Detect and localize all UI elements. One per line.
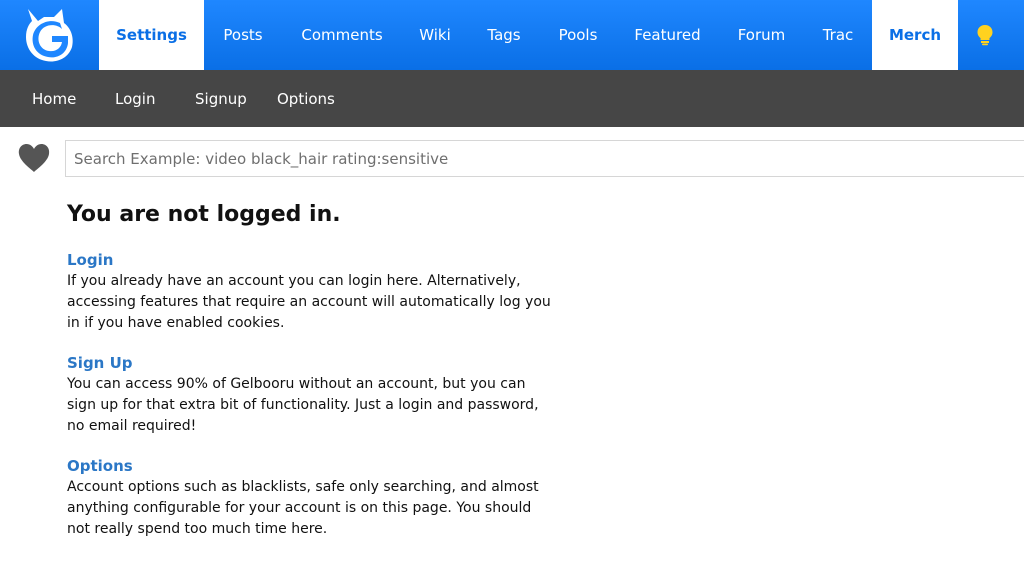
- secondary-navigation-bar: Home Login Signup Options: [0, 70, 1024, 127]
- nav-settings[interactable]: Settings: [99, 0, 204, 70]
- options-link[interactable]: Options: [67, 457, 567, 475]
- options-section: Options Account options such as blacklis…: [67, 457, 567, 540]
- subnav-signup[interactable]: Signup: [195, 90, 247, 108]
- nav-trac[interactable]: Trac: [804, 0, 872, 70]
- login-description: If you already have an account you can l…: [67, 273, 551, 331]
- signup-link[interactable]: Sign Up: [67, 354, 567, 372]
- main-content: You are not logged in. Login If you alre…: [67, 202, 567, 560]
- nav-pools[interactable]: Pools: [540, 0, 616, 70]
- search-input[interactable]: [65, 140, 1024, 177]
- nav-merch[interactable]: Merch: [872, 0, 958, 70]
- signup-section: Sign Up You can access 90% of Gelbooru w…: [67, 354, 567, 437]
- page-title: You are not logged in.: [67, 202, 341, 227]
- signup-description: You can access 90% of Gelbooru without a…: [67, 376, 539, 434]
- options-description: Account options such as blacklists, safe…: [67, 479, 539, 537]
- lightbulb-icon[interactable]: [958, 0, 1012, 70]
- login-section: Login If you already have an account you…: [67, 251, 567, 334]
- subnav-login[interactable]: Login: [115, 90, 155, 108]
- login-link[interactable]: Login: [67, 251, 567, 269]
- nav-forum[interactable]: Forum: [719, 0, 804, 70]
- gelbooru-logo-icon[interactable]: [0, 0, 99, 70]
- nav-tags[interactable]: Tags: [468, 0, 540, 70]
- nav-posts[interactable]: Posts: [204, 0, 282, 70]
- heart-icon[interactable]: [17, 142, 51, 174]
- nav-comments[interactable]: Comments: [282, 0, 402, 70]
- nav-wiki[interactable]: Wiki: [402, 0, 468, 70]
- nav-featured[interactable]: Featured: [616, 0, 719, 70]
- top-navigation-bar: Settings Posts Comments Wiki Tags Pools …: [0, 0, 1024, 70]
- subnav-home[interactable]: Home: [32, 90, 76, 108]
- subnav-options[interactable]: Options: [277, 90, 335, 108]
